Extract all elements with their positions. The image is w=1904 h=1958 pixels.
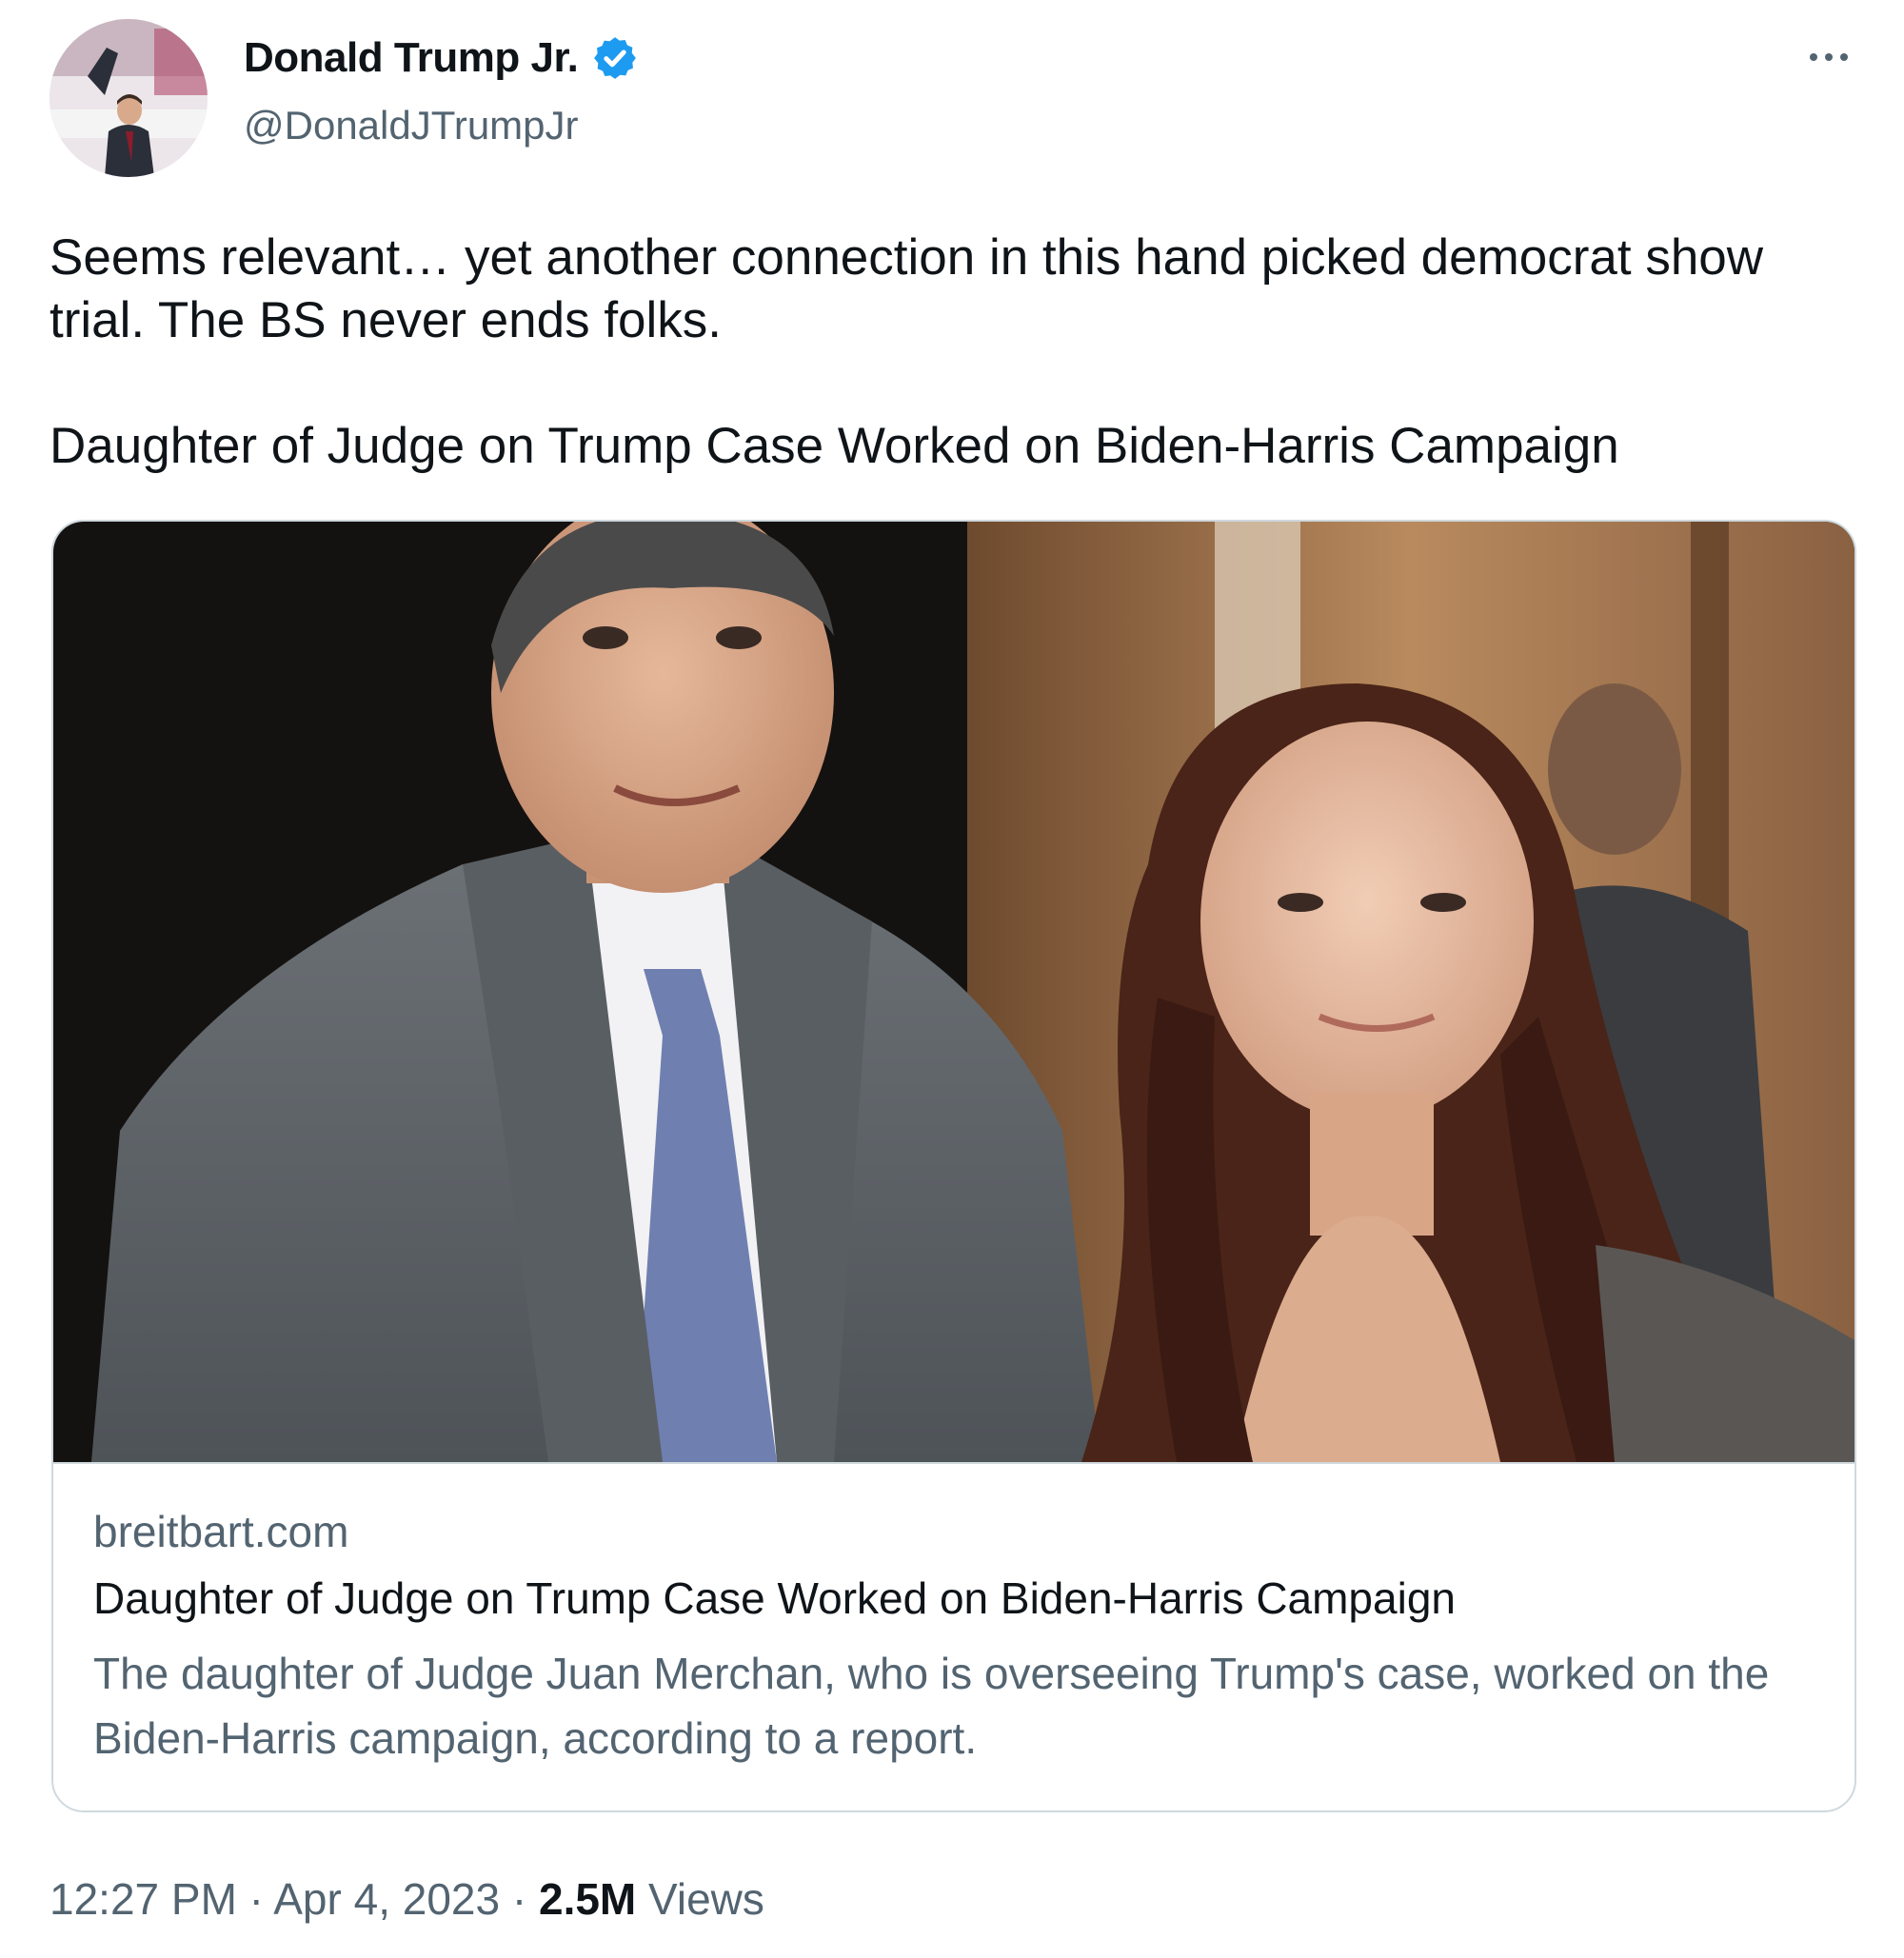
link-card-image (53, 522, 1854, 1462)
verified-badge-icon (594, 37, 637, 79)
tweet-meta: 12:27 PM · Apr 4, 2023 · 2.5M Views (50, 1873, 764, 1925)
separator: · (500, 1874, 539, 1924)
tweet-text: Seems relevant… yet another connection i… (50, 229, 1764, 474)
tweet-date[interactable]: Apr 4, 2023 (273, 1874, 500, 1924)
author-name-row: Donald Trump Jr. (244, 34, 639, 82)
link-card-description: The daughter of Judge Juan Merchan, who … (93, 1649, 1770, 1763)
more-options-icon[interactable] (1795, 38, 1862, 76)
dot (1825, 53, 1833, 61)
dot (1840, 53, 1848, 61)
author-name[interactable]: Donald Trump Jr. (244, 34, 579, 82)
avatar-image (50, 19, 208, 177)
photo-judge-and-daughter (53, 522, 1854, 1462)
views-count: 2.5M (538, 1874, 637, 1924)
author-handle[interactable]: @DonaldJTrumpJr (244, 103, 579, 148)
separator: · (236, 1874, 274, 1924)
link-card[interactable]: breitbart.com Daughter of Judge on Trump… (51, 520, 1856, 1812)
link-card-title: Daughter of Judge on Trump Case Worked o… (93, 1573, 1456, 1623)
link-card-domain: breitbart.com (93, 1507, 349, 1556)
card-divider (53, 1462, 1854, 1464)
views-label: Views (636, 1874, 764, 1924)
tweet-time[interactable]: 12:27 PM (50, 1874, 237, 1924)
dot (1810, 53, 1817, 61)
avatar[interactable] (50, 19, 208, 177)
